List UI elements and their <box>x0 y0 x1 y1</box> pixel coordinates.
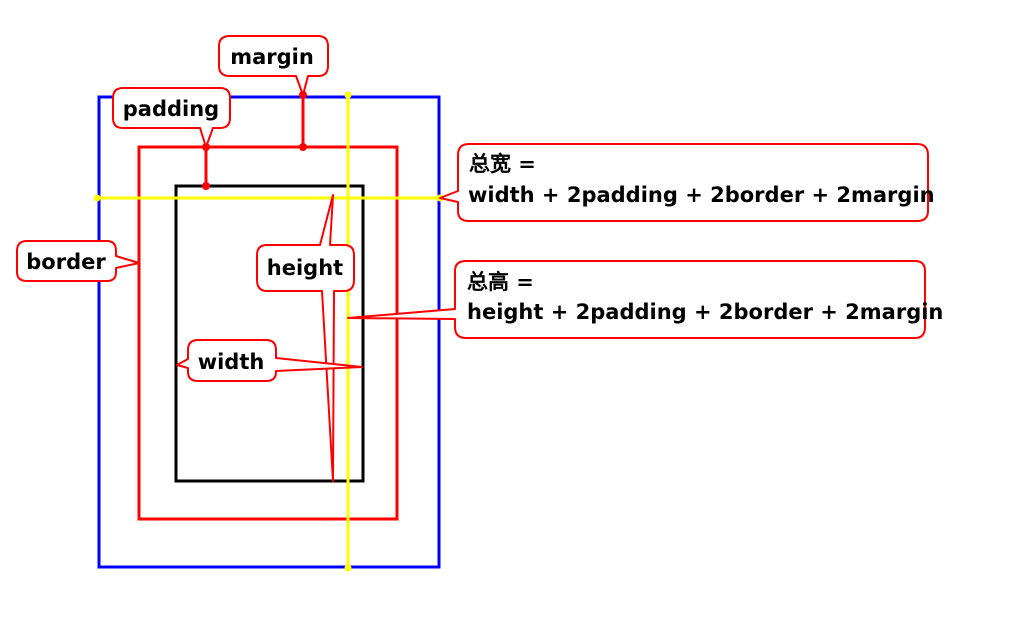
margin-box <box>97 95 441 569</box>
total-width-title: 总宽 = <box>469 151 536 176</box>
total-height-formula: height + 2padding + 2border + 2margin <box>467 300 943 324</box>
margin-callout: margin <box>218 35 329 96</box>
height-label: height <box>267 256 343 280</box>
border-callout: border <box>16 240 140 282</box>
total-height-guide-start-dot <box>344 91 352 99</box>
margin-measure-dot-bottom <box>299 143 307 151</box>
total-width-formula: width + 2padding + 2border + 2margin <box>468 183 935 207</box>
total-height-guide-end-dot <box>344 564 352 572</box>
total-width-guide-start-dot <box>93 194 101 202</box>
margin-label: margin <box>230 45 314 69</box>
total-height-title: 总高 = <box>467 269 534 294</box>
padding-label: padding <box>123 97 219 121</box>
total-height-callout: 总高 = height + 2padding + 2border + 2marg… <box>347 260 943 339</box>
box-model-diagram: margin padding border height width 总宽 = … <box>16 35 943 572</box>
border-label: border <box>26 250 106 274</box>
content-box <box>174 184 365 483</box>
height-callout: height <box>256 194 355 482</box>
width-label: width <box>198 350 265 374</box>
total-width-callout: 总宽 = width + 2padding + 2border + 2margi… <box>439 143 935 222</box>
border-box <box>137 145 399 521</box>
padding-measure-dot-bottom <box>202 182 210 190</box>
padding-callout: padding <box>112 87 231 148</box>
